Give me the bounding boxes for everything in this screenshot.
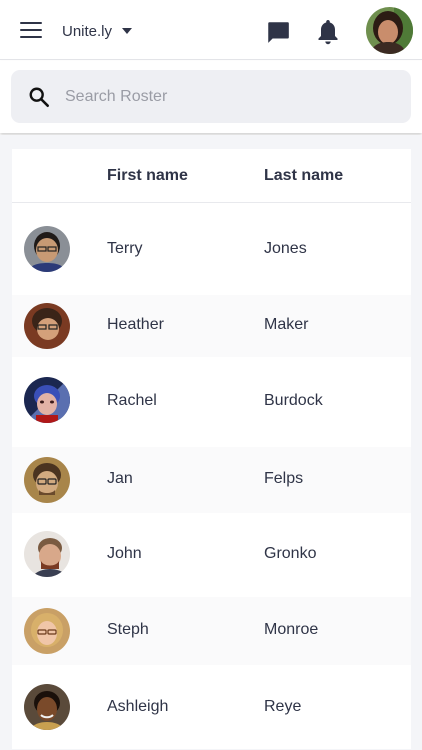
search-icon xyxy=(29,87,49,107)
chat-icon[interactable] xyxy=(265,19,291,45)
last-name-cell: Monroe xyxy=(264,621,319,638)
last-name-cell: Maker xyxy=(264,316,309,333)
avatar xyxy=(24,531,70,577)
first-name-cell: John xyxy=(107,545,142,562)
search-bar xyxy=(0,61,422,133)
last-name-cell: Burdock xyxy=(264,392,323,409)
table-row[interactable]: Heather Maker xyxy=(12,295,411,357)
search-box[interactable] xyxy=(11,70,411,123)
search-input[interactable] xyxy=(63,70,393,123)
menu-icon[interactable] xyxy=(20,22,42,39)
first-name-cell: Ashleigh xyxy=(107,698,169,715)
last-name-cell: Gronko xyxy=(264,545,317,562)
profile-avatar[interactable] xyxy=(366,7,413,54)
table-row[interactable]: Terry Jones xyxy=(12,203,411,295)
first-name-cell: Terry xyxy=(107,240,143,257)
roster-content: First name Last name Terry Jones Heather… xyxy=(0,135,422,750)
table-row[interactable]: John Gronko xyxy=(12,513,411,597)
column-header-last-name[interactable]: Last name xyxy=(264,167,343,185)
table-header: First name Last name xyxy=(12,149,411,203)
table-row[interactable]: Steph Monroe xyxy=(12,597,411,665)
avatar xyxy=(24,684,70,730)
first-name-cell: Heather xyxy=(107,316,164,333)
table-row[interactable]: Ashleigh Reye xyxy=(12,665,411,749)
column-header-first-name[interactable]: First name xyxy=(107,167,188,185)
table-row[interactable]: Jan Felps xyxy=(12,447,411,513)
org-name: Unite.ly xyxy=(62,22,113,40)
bell-icon[interactable] xyxy=(316,18,340,46)
avatar xyxy=(24,303,70,349)
last-name-cell: Reye xyxy=(264,698,302,715)
avatar xyxy=(24,226,70,272)
last-name-cell: Felps xyxy=(264,470,304,487)
top-bar: Unite.ly xyxy=(0,0,422,60)
avatar xyxy=(24,377,70,423)
avatar xyxy=(24,457,70,503)
org-switcher[interactable]: Unite.ly xyxy=(62,20,133,42)
first-name-cell: Jan xyxy=(107,470,133,487)
roster-table: First name Last name Terry Jones Heather… xyxy=(12,149,411,749)
table-row[interactable]: Rachel Burdock xyxy=(12,357,411,447)
avatar xyxy=(24,608,70,654)
chevron-down-icon xyxy=(122,28,133,34)
last-name-cell: Jones xyxy=(264,240,307,257)
first-name-cell: Rachel xyxy=(107,392,157,409)
first-name-cell: Steph xyxy=(107,621,149,638)
